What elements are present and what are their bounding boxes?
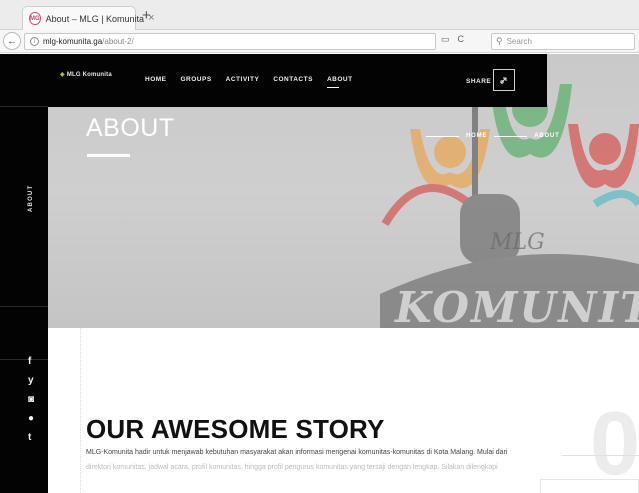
browser-tab[interactable]: MG About – MLG | Komunita × <box>22 6 155 30</box>
story-paragraph-line: MLG-Komunita hadir untuk menjawab kebutu… <box>86 449 508 456</box>
breadcrumb-current: ABOUT <box>534 133 560 139</box>
rail-divider <box>0 306 48 307</box>
breadcrumb: HOME ABOUT <box>426 133 560 139</box>
page-title: ABOUT <box>86 114 175 142</box>
site-logo[interactable]: ◆ MLG Komunita <box>60 71 112 78</box>
share-button[interactable] <box>493 69 515 91</box>
logo-text: MLG Komunita <box>66 72 112 78</box>
art-arc <box>381 184 473 227</box>
counter-card <box>540 479 639 493</box>
story-heading-bold: STORY <box>295 414 385 444</box>
art-person-head <box>434 136 466 168</box>
search-icon: ⚲ <box>496 36 503 46</box>
tumblr-icon[interactable]: t <box>28 430 46 445</box>
site-favicon-icon: MG <box>29 12 41 25</box>
breadcrumb-home[interactable]: HOME <box>466 133 487 139</box>
title-underline <box>87 154 130 157</box>
url-host: mlg-komunita.ga <box>43 37 103 46</box>
art-person-head <box>589 133 621 165</box>
url-actions: ▭ C <box>441 34 464 45</box>
search-placeholder: Search <box>506 37 532 46</box>
main-menu: HOME GROUPS ACTIVITY CONTACTS ABOUT <box>145 76 353 88</box>
art-arc <box>592 190 639 208</box>
counter-number: 0 <box>590 394 639 493</box>
nav-home[interactable]: HOME <box>145 76 167 83</box>
browser-nav-bar: ← i mlg-komunita.ga /about-2/ ▭ C ⚲ Sear… <box>0 30 639 53</box>
reload-icon[interactable]: C <box>458 34 465 45</box>
browser-tab-bar: MG About – MLG | Komunita × + <box>0 0 639 30</box>
side-rail: ABOUT f y ◙ ● t <box>0 54 48 493</box>
share-label[interactable]: SHARE <box>466 78 491 85</box>
dotted-guide <box>80 328 81 493</box>
nav-about[interactable]: ABOUT <box>326 76 353 88</box>
breadcrumb-line <box>494 135 528 137</box>
back-button[interactable]: ← <box>3 32 21 50</box>
web-page: MLG KOMUNITA ◆MLG Komunita HOME GROUPS A… <box>0 54 639 493</box>
art-small-text: MLG <box>489 230 545 255</box>
rail-section-label: ABOUT <box>28 184 34 212</box>
story-heading-light: OUR AWESOME <box>86 414 296 444</box>
breadcrumb-line <box>426 135 459 137</box>
nav-contacts[interactable]: CONTACTS <box>273 76 313 83</box>
dribbble-icon[interactable]: ● <box>28 411 46 426</box>
story-paragraph-line: direktori komunitas, jadwal acara, profi… <box>86 464 498 471</box>
site-header: ◆ MLG Komunita HOME GROUPS ACTIVITY CONTA… <box>48 54 547 107</box>
facebook-icon[interactable]: f <box>28 354 46 369</box>
site-info-icon[interactable]: i <box>30 37 39 46</box>
twitter-icon[interactable]: y <box>28 373 46 388</box>
reader-view-icon[interactable]: ▭ <box>441 34 450 45</box>
logo-mark-icon: ◆ <box>60 72 65 78</box>
browser-search-input[interactable]: ⚲ Search <box>491 33 635 50</box>
art-text: KOMUNITA <box>394 283 639 328</box>
url-path: /about-2/ <box>102 37 134 46</box>
rail-divider <box>0 106 48 107</box>
hero-banner: MLG KOMUNITA ◆MLG Komunita HOME GROUPS A… <box>0 54 639 328</box>
nav-activity[interactable]: ACTIVITY <box>226 76 260 83</box>
tab-title: About – MLG | Komunita <box>45 13 145 24</box>
instagram-icon[interactable]: ◙ <box>28 392 46 407</box>
story-heading: OUR AWESOME STORY <box>86 414 385 445</box>
counter-divider <box>562 455 639 456</box>
new-tab-button[interactable]: + <box>142 8 151 23</box>
nav-groups[interactable]: GROUPS <box>181 76 212 83</box>
address-bar[interactable]: i mlg-komunita.ga /about-2/ <box>24 33 436 50</box>
share-icon <box>500 77 507 84</box>
